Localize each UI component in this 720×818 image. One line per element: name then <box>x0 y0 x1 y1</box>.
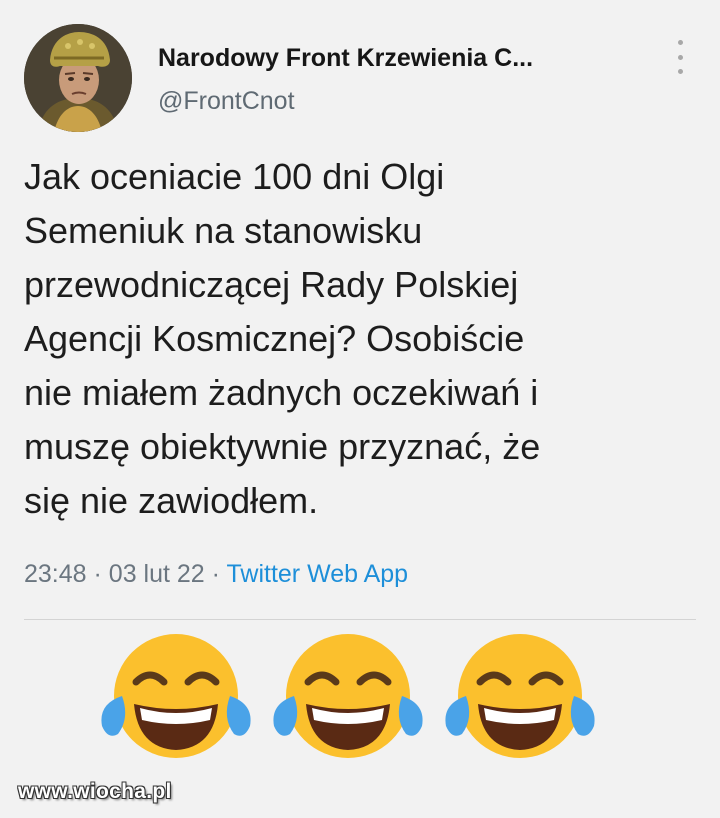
tweet-meta: 23:48 · 03 lut 22 · Twitter Web App <box>24 560 408 589</box>
author-handle[interactable]: @FrontCnot <box>158 87 295 116</box>
face-with-tears-of-joy-icon <box>101 634 251 758</box>
avatar-image <box>24 24 132 132</box>
meta-separator: · <box>211 560 220 588</box>
tweet-date[interactable]: 03 lut 22 <box>109 560 205 588</box>
avatar[interactable] <box>24 24 132 132</box>
tweet-card: Narodowy Front Krzewienia C... @FrontCno… <box>0 0 720 818</box>
tweet-time[interactable]: 23:48 <box>24 560 87 588</box>
watermark: www.wiocha.pl <box>18 780 172 803</box>
emoji-row <box>96 630 616 760</box>
more-options-button[interactable] <box>672 40 688 74</box>
vertical-dots-icon <box>677 69 683 74</box>
author-name[interactable]: Narodowy Front Krzewienia C... <box>158 44 533 73</box>
face-with-tears-of-joy-icon <box>273 634 423 758</box>
tweet-text: Jak oceniacie 100 dni Olgi Semeniuk na s… <box>24 156 541 521</box>
divider <box>24 619 696 620</box>
face-with-tears-of-joy-icon <box>445 634 595 758</box>
meta-separator: · <box>93 560 102 588</box>
vertical-dots-icon <box>677 54 683 60</box>
tweet-source-app[interactable]: Twitter Web App <box>227 560 409 588</box>
vertical-dots-icon <box>677 40 683 45</box>
